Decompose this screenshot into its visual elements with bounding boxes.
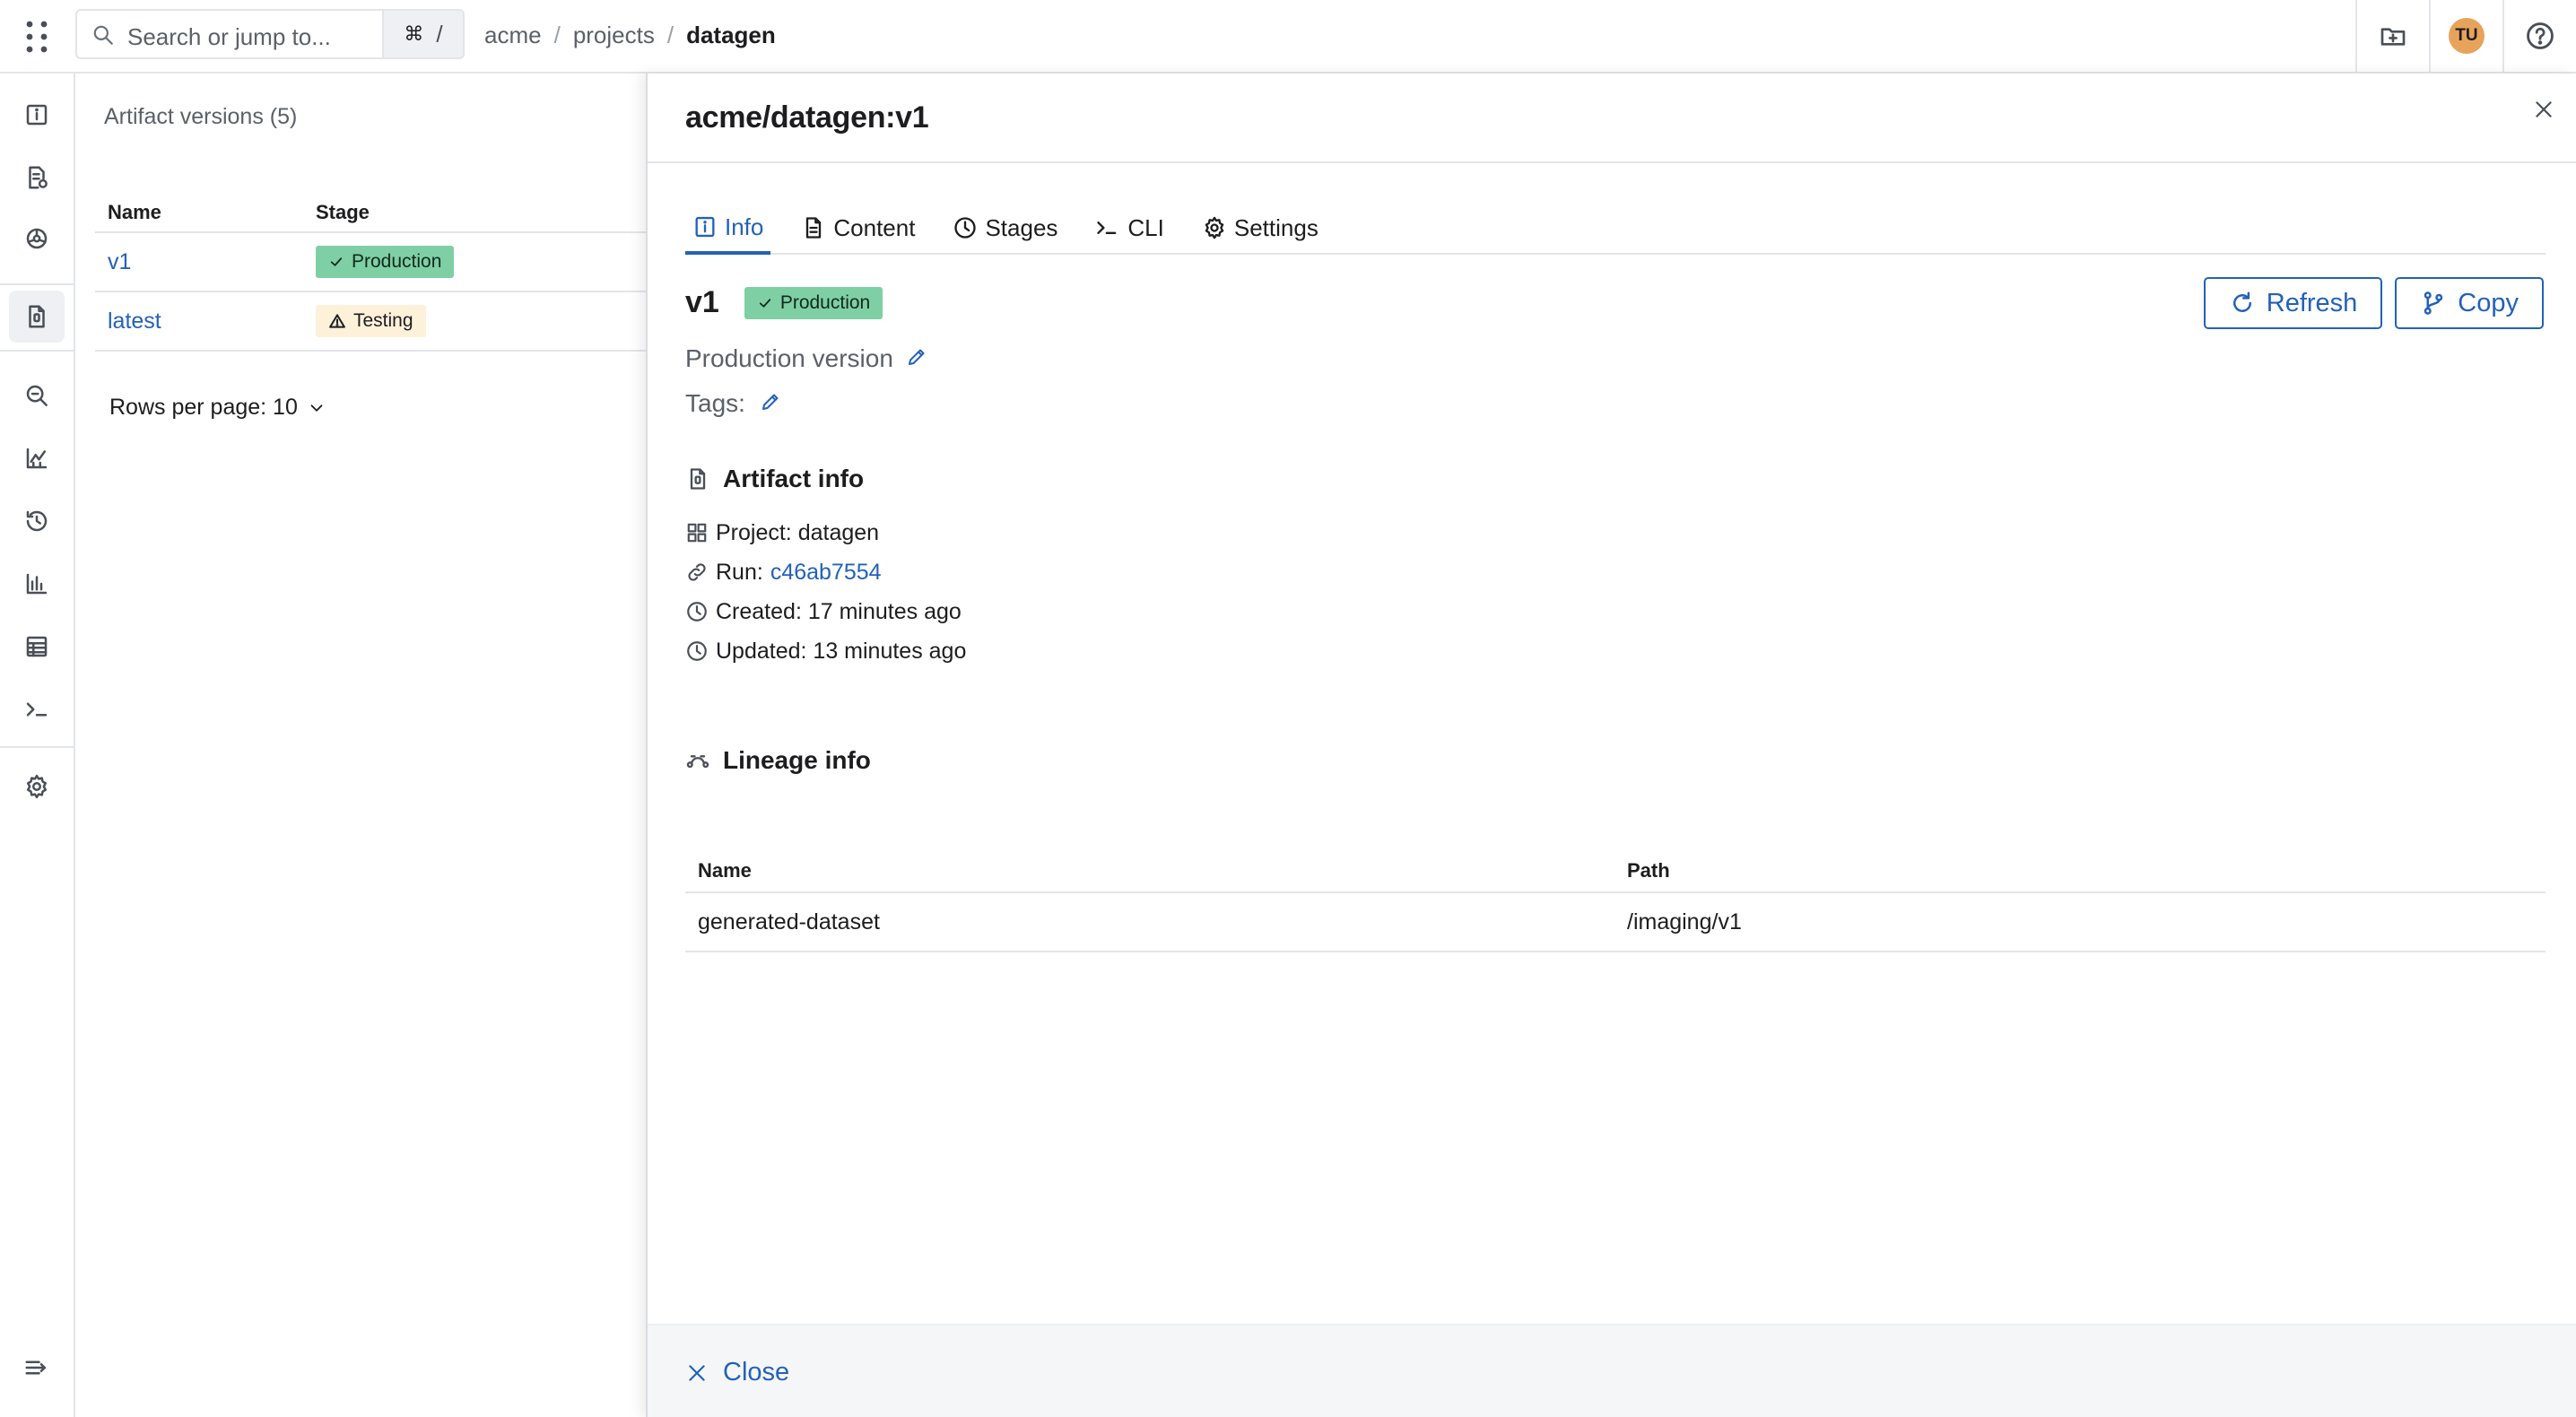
version-tags: Tags: [685,389,785,418]
history-icon[interactable] [9,495,65,547]
branch-icon [2420,290,2447,317]
versions-table: Name Stage v1 Production latest Testing [95,190,646,352]
search-shortcut-hint: ⌘ / [382,11,463,57]
version-heading: v1 Production [685,285,883,320]
edit-tags-icon[interactable] [760,391,785,416]
info-created: Created: 17 minutes ago [685,592,966,631]
document-icon [801,215,826,240]
stage-badge: Testing [316,305,426,337]
breadcrumb: acme / projects / datagen [484,22,776,49]
project-grid-icon [685,521,709,544]
tab-settings[interactable]: Settings [1195,203,1326,253]
table-row[interactable]: v1 Production [95,233,646,292]
refresh-button[interactable]: Refresh [2203,277,2383,329]
info-icon[interactable] [9,89,65,141]
column-path-header: Path [1627,859,1670,882]
artifact-versions-panel: Artifact versions (5) Name Stage v1 Prod… [77,74,646,1417]
rows-per-page-select[interactable]: Rows per page: 10 [109,395,326,421]
clock-icon [685,639,709,663]
top-bar: Search or jump to... ⌘ / acme / projects… [0,0,2576,74]
new-folder-icon[interactable] [2357,0,2429,72]
chevron-down-icon [307,398,326,418]
tab-content[interactable]: Content [794,203,922,253]
run-link[interactable]: c46ab7554 [770,560,882,586]
refresh-icon [2229,290,2256,317]
table-row: generated-dataset /imaging/v1 [685,893,2546,952]
version-link[interactable]: latest [108,309,161,335]
breadcrumb-acme[interactable]: acme [484,22,542,49]
check-icon [759,298,770,308]
column-stage-header[interactable]: Stage [316,201,370,224]
column-name-header: Name [698,859,752,882]
bar-chart-icon[interactable] [9,558,65,610]
drawer-title: acme/datagen:v1 [685,100,929,135]
warning-icon [329,314,345,328]
user-menu[interactable]: TU [2431,0,2502,72]
search-placeholder: Search or jump to... [127,23,331,50]
terminal-icon[interactable] [9,683,65,735]
avatar: TU [2449,18,2485,54]
table-icon[interactable] [9,621,65,673]
info-updated: Updated: 13 minutes ago [685,631,966,671]
check-icon [330,257,343,266]
search-icon[interactable] [9,369,65,422]
report-icon[interactable] [9,152,65,204]
slash-key: / [436,20,443,48]
artifacts-icon[interactable] [9,291,65,343]
breadcrumb-datagen: datagen [686,22,776,48]
stage-badge: Production [316,246,455,278]
table-row[interactable]: latest Testing [95,292,646,352]
info-icon [692,214,718,239]
terminal-icon [1095,215,1120,240]
artifact-info-heading: Artifact info [685,465,864,493]
clock-icon [685,600,709,623]
side-nav [0,74,75,1417]
artifact-icon [685,466,710,491]
search-icon [91,23,115,47]
version-link[interactable]: v1 [108,249,131,275]
tab-info[interactable]: Info [685,203,771,255]
lineage-path: /imaging/v1 [1627,909,1742,935]
charts-icon[interactable] [9,432,65,484]
settings-icon[interactable] [9,761,65,813]
gear-icon [1202,215,1227,240]
drawer-footer: Close [648,1324,2576,1417]
copy-button[interactable]: Copy [2395,277,2544,329]
table-header: Name Stage [95,190,646,233]
close-button[interactable]: Close [685,1358,789,1387]
lineage-icon [685,748,710,773]
clock-icon [953,215,978,240]
close-icon[interactable] [2526,91,2562,127]
tab-stages[interactable]: Stages [945,203,1065,253]
breadcrumb-projects[interactable]: projects [573,22,655,49]
info-project: Project: datagen [685,513,966,552]
help-icon[interactable] [2504,0,2576,72]
search-input[interactable]: Search or jump to... ⌘ / [75,9,465,59]
versions-title: Artifact versions (5) [104,104,298,129]
version-name: v1 [685,285,719,319]
column-name-header[interactable]: Name [108,201,161,224]
stage-badge: Production [744,286,883,319]
info-run: Run: c46ab7554 [685,552,966,592]
version-description: Production version [685,344,931,373]
action-buttons: Refresh Copy [2203,277,2544,329]
tags-label: Tags: [685,389,745,417]
cmd-key: ⌘ [404,22,424,45]
apps-grid-icon[interactable] [22,20,52,54]
link-icon [685,561,709,584]
models-icon[interactable] [9,213,65,265]
lineage-name: generated-dataset [698,909,880,935]
table-header: Name Path [685,850,2546,893]
lineage-info-heading: Lineage info [685,746,871,775]
artifact-info-list: Project: datagen Run: c46ab7554 Created:… [685,513,966,671]
edit-description-icon[interactable] [906,346,931,371]
drawer-header: acme/datagen:v1 [648,74,2576,163]
drawer-tabs: Info Content Stages CLI Settings [685,203,2546,255]
lineage-table: Name Path generated-dataset /imaging/v1 [685,850,2546,952]
topbar-actions: TU [2355,0,2576,72]
expand-icon[interactable] [9,1342,65,1394]
tab-cli[interactable]: CLI [1088,203,1171,253]
close-icon [685,1361,709,1385]
artifact-detail-drawer: acme/datagen:v1 Info Content Stages CLI … [646,74,2576,1417]
